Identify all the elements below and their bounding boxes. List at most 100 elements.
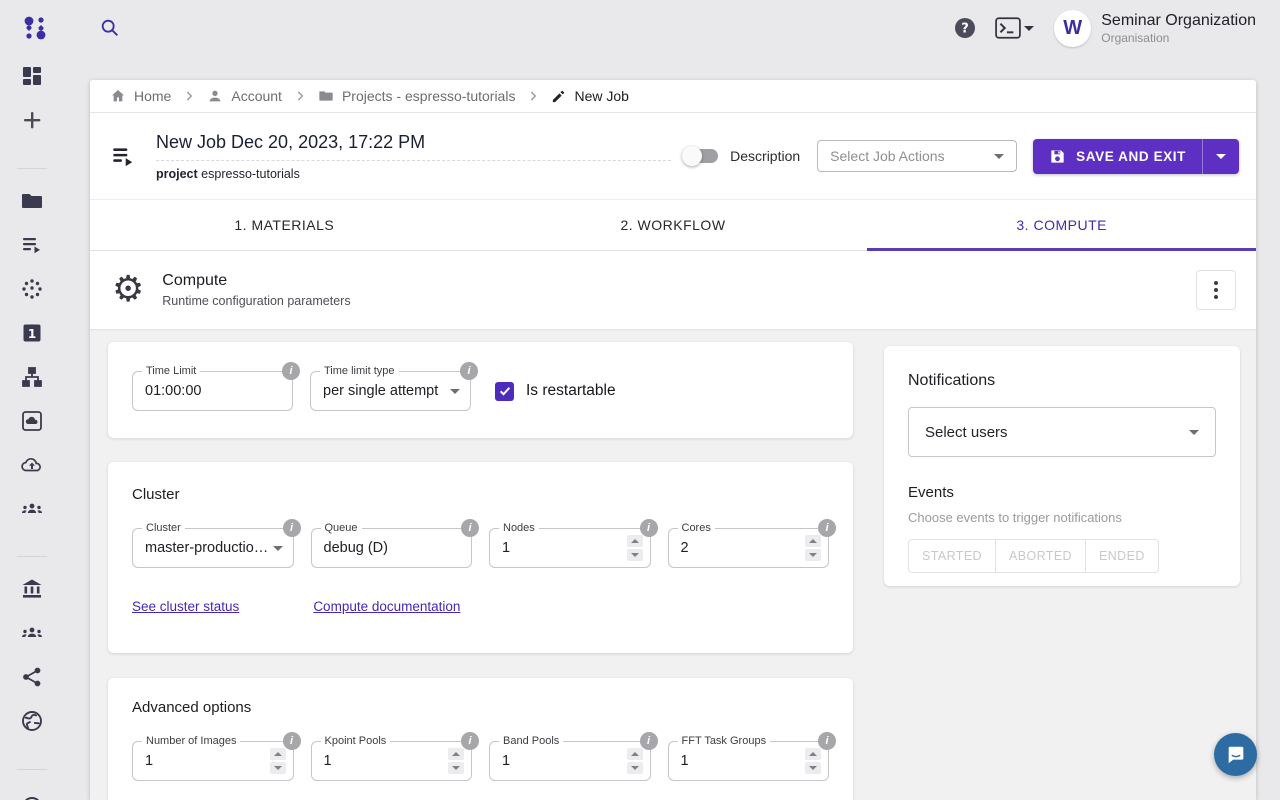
info-icon[interactable]: i <box>818 519 836 537</box>
topbar-right: ? W Seminar Organization Organisation <box>955 0 1256 56</box>
nodes-stepper[interactable]: Nodes 1 i <box>489 528 651 568</box>
queue-field[interactable]: Queue debug (D) i <box>311 528 473 568</box>
pencil-icon <box>551 89 566 104</box>
number-stepper <box>805 535 821 561</box>
select-users-dropdown[interactable]: Select users <box>908 407 1216 457</box>
info-icon[interactable]: i <box>282 362 300 380</box>
stepper-down-icon[interactable] <box>270 762 286 774</box>
section-menu-button[interactable] <box>1196 270 1236 310</box>
field-label: Nodes <box>499 522 539 534</box>
cloud-upload-icon[interactable] <box>20 453 44 477</box>
event-aborted-button[interactable]: ABORTED <box>995 539 1086 573</box>
job-actions-select[interactable]: Select Job Actions <box>817 140 1017 172</box>
time-limit-type-select[interactable]: Time limit type per single attempt i <box>310 371 471 411</box>
compute-docs-link[interactable]: Compute documentation <box>313 599 460 614</box>
cluster-status-link[interactable]: See cluster status <box>132 599 239 614</box>
console-dropdown-icon[interactable] <box>995 17 1034 39</box>
materials-dots-icon[interactable] <box>20 277 44 301</box>
stepper-down-icon[interactable] <box>448 762 464 774</box>
field-label: Number of Images <box>142 735 240 747</box>
number-stepper <box>627 535 643 561</box>
kpoint-pools-stepper[interactable]: Kpoint Pools 1 i <box>311 741 473 781</box>
app-logo-icon[interactable] <box>21 14 48 42</box>
members-icon[interactable] <box>20 621 44 645</box>
tab-compute[interactable]: 3. COMPUTE <box>867 200 1256 250</box>
dashboard-icon[interactable] <box>20 64 44 88</box>
stepper-down-icon[interactable] <box>805 549 821 561</box>
globe-icon[interactable] <box>20 709 44 733</box>
description-toggle[interactable] <box>685 149 718 163</box>
cluster-links: See cluster status Compute documentation <box>132 599 829 614</box>
info-icon[interactable]: i <box>461 732 479 750</box>
bank-icon[interactable] <box>20 577 44 601</box>
number-of-images-stepper[interactable]: Number of Images 1 i <box>132 741 294 781</box>
breadcrumb-label: Account <box>231 88 282 104</box>
stepper-up-icon[interactable] <box>627 535 643 547</box>
org-switcher[interactable]: Seminar Organization Organisation <box>1101 11 1256 46</box>
event-started-button[interactable]: STARTED <box>908 539 996 573</box>
info-icon[interactable]: i <box>640 732 658 750</box>
breadcrumb-label: New Job <box>574 88 628 104</box>
notifications-title: Notifications <box>908 372 1216 390</box>
org-name: Seminar Organization <box>1101 11 1256 31</box>
chat-launcher-button[interactable] <box>1214 733 1257 776</box>
tab-workflow[interactable]: 2. WORKFLOW <box>479 200 868 250</box>
plus-icon[interactable] <box>20 108 44 132</box>
step-tabs: 1. MATERIALS 2. WORKFLOW 3. COMPUTE <box>90 199 1256 251</box>
field-value: master-productio… <box>133 529 293 567</box>
breadcrumb-project[interactable]: Projects - espresso-tutorials <box>318 88 516 104</box>
cluster-card: Cluster Cluster master-productio… i Queu… <box>108 462 853 653</box>
save-menu-button[interactable] <box>1202 139 1239 174</box>
team-icon[interactable] <box>20 497 44 521</box>
workflow-one-icon[interactable]: 1 <box>20 321 44 345</box>
cores-stepper[interactable]: Cores 2 i <box>668 528 830 568</box>
event-ended-button[interactable]: ENDED <box>1085 539 1159 573</box>
folder-icon <box>318 88 334 104</box>
tab-materials[interactable]: 1. MATERIALS <box>90 200 479 250</box>
sidebar: 1 <box>0 56 64 800</box>
description-toggle-wrap: Description <box>685 148 800 164</box>
cloud-box-icon[interactable] <box>20 409 44 433</box>
info-icon[interactable]: i <box>640 519 658 537</box>
field-label: Cluster <box>142 522 185 534</box>
stepper-up-icon[interactable] <box>270 748 286 760</box>
is-restartable-checkbox[interactable] <box>495 382 514 401</box>
stepper-down-icon[interactable] <box>627 762 643 774</box>
stepper-up-icon[interactable] <box>448 748 464 760</box>
stepper-up-icon[interactable] <box>805 748 821 760</box>
stepper-up-icon[interactable] <box>627 748 643 760</box>
hierarchy-icon[interactable] <box>20 365 44 389</box>
info-icon[interactable]: i <box>818 732 836 750</box>
help-icon[interactable]: ? <box>955 18 975 38</box>
is-restartable-wrap: Is restartable <box>495 371 616 411</box>
stepper-down-icon[interactable] <box>627 549 643 561</box>
cluster-card-title: Cluster <box>132 486 829 503</box>
jobs-list-icon[interactable] <box>20 233 44 257</box>
fft-task-groups-stepper[interactable]: FFT Task Groups 1 i <box>668 741 830 781</box>
stepper-up-icon[interactable] <box>805 535 821 547</box>
breadcrumb-account[interactable]: Account <box>207 88 282 104</box>
job-title-input[interactable]: New Job Dec 20, 2023, 17:22 PM <box>156 132 671 161</box>
time-limit-field[interactable]: Time Limit 01:00:00 i <box>132 371 293 411</box>
breadcrumb-home[interactable]: Home <box>110 88 171 104</box>
advanced-options-card: Advanced options Number of Images 1 i Kp… <box>108 678 853 800</box>
breadcrumb: Home Account Projects - espresso-tutoria… <box>90 80 1256 113</box>
info-icon[interactable]: i <box>283 519 301 537</box>
share-icon[interactable] <box>20 665 44 689</box>
search-icon[interactable] <box>99 17 121 39</box>
avatar[interactable]: W <box>1054 10 1091 47</box>
field-label: Time limit type <box>320 365 399 377</box>
stepper-down-icon[interactable] <box>805 762 821 774</box>
info-icon[interactable]: i <box>461 519 479 537</box>
info-icon[interactable]: i <box>460 362 478 380</box>
globe-partial-icon[interactable] <box>20 786 44 800</box>
cluster-select[interactable]: Cluster master-productio… i <box>132 528 294 568</box>
save-and-exit-button[interactable]: SAVE AND EXIT <box>1033 139 1202 174</box>
project-label: project <box>156 167 198 181</box>
folder-icon[interactable] <box>20 189 44 213</box>
is-restartable-label: Is restartable <box>526 382 616 400</box>
save-button-label: SAVE AND EXIT <box>1076 149 1186 164</box>
info-icon[interactable]: i <box>283 732 301 750</box>
band-pools-stepper[interactable]: Band Pools 1 i <box>489 741 651 781</box>
home-icon <box>110 88 126 104</box>
